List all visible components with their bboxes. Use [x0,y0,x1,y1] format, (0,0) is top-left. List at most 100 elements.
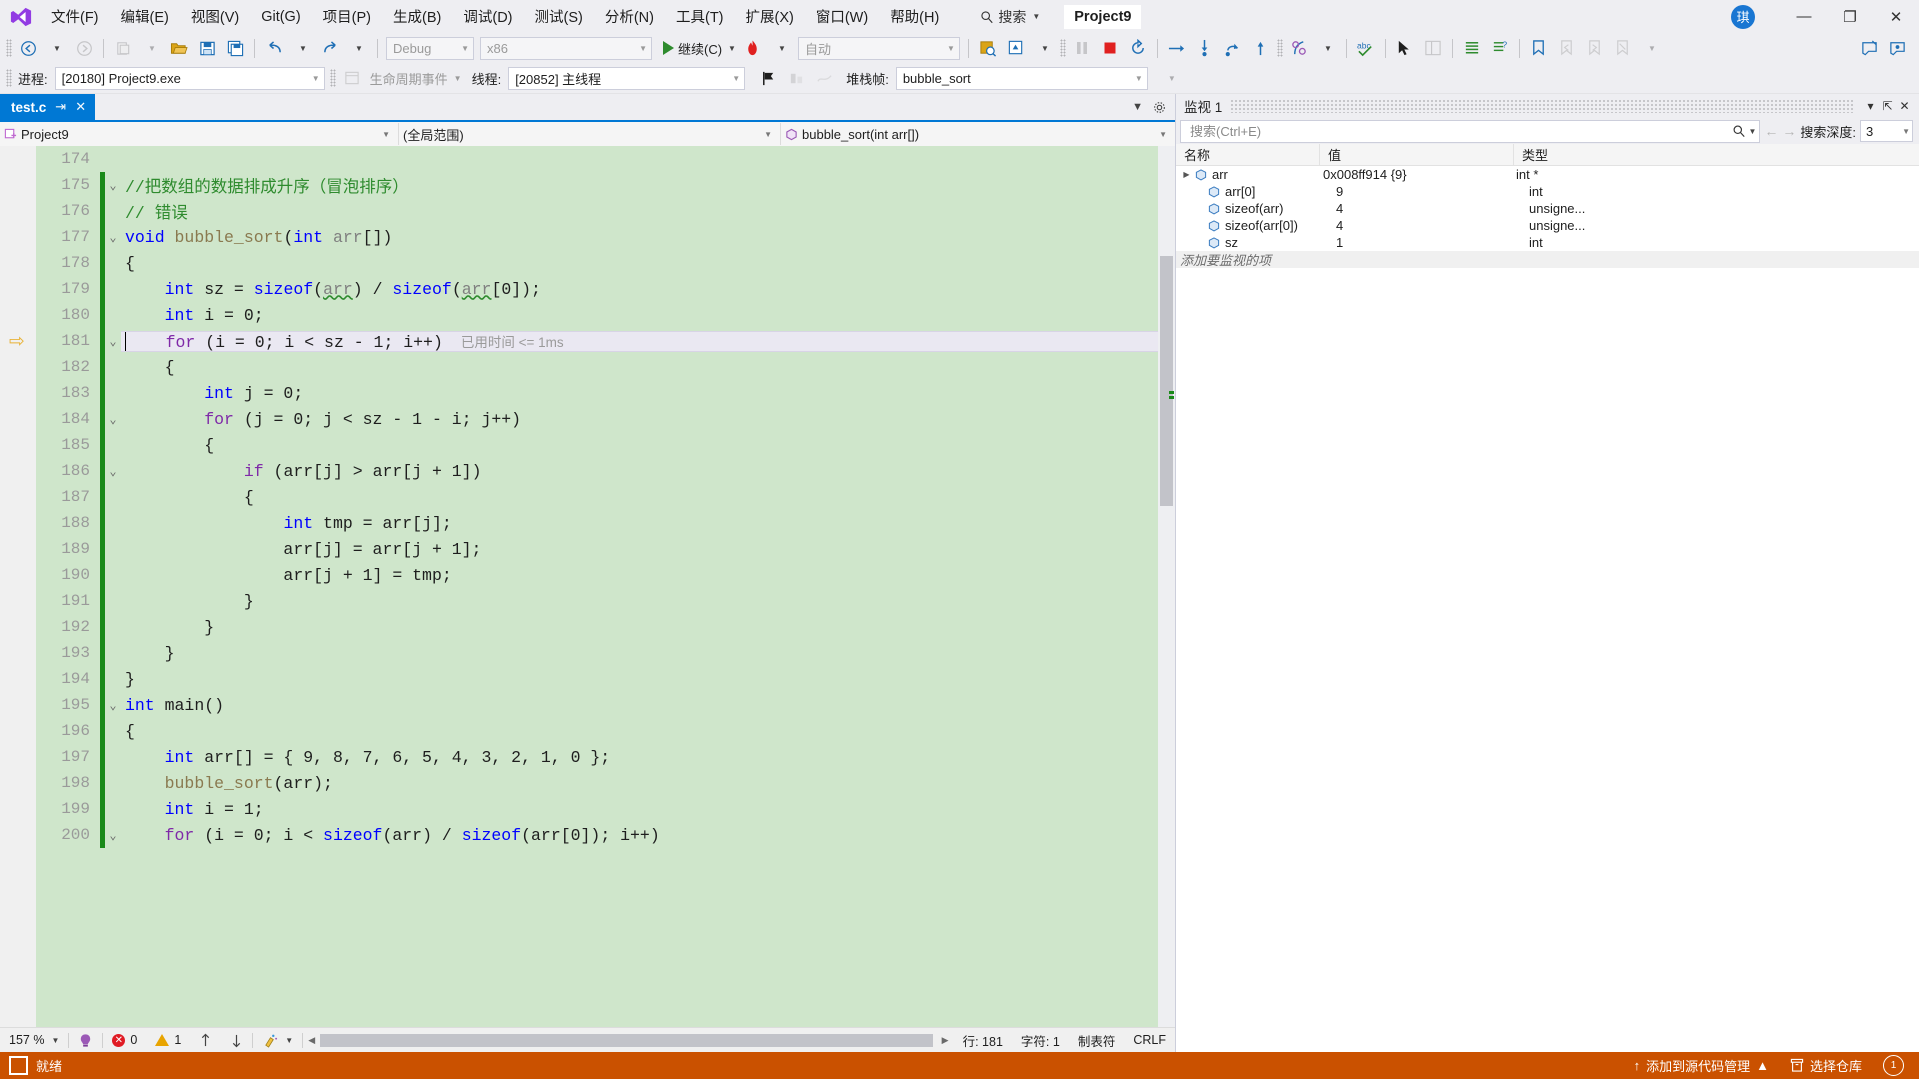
code-line[interactable]: 175 ⌄ //把数组的数据排成升序（冒泡排序） [36,172,1158,198]
next-issue-button[interactable] [221,1028,252,1052]
collapse-chevron-icon[interactable]: ⌄ [105,334,121,349]
select-element-button[interactable] [1391,36,1419,60]
watch-row-name-cell[interactable]: sizeof(arr[0]) [1176,217,1328,234]
code-line[interactable]: 179 int sz = sizeof(arr) / sizeof(arr[0]… [36,276,1158,302]
code-line[interactable]: 187 { [36,484,1158,510]
code-line[interactable]: 192 } [36,614,1158,640]
restore-button[interactable]: ❐ [1827,0,1873,33]
error-count[interactable]: ✕ 0 [103,1028,146,1052]
select-repository-button[interactable]: 选择仓库 [1783,1052,1869,1079]
redo-button[interactable] [316,36,344,60]
search-next-button[interactable]: → [1782,123,1796,139]
show-all-files-button[interactable] [1458,36,1486,60]
code-line-text[interactable]: { [121,358,1158,377]
code-line-text[interactable]: arr[j] = arr[j + 1]; [121,540,1158,559]
process-combo[interactable]: [20180] Project9.exe ▼ [54,66,325,90]
menu-file[interactable]: 文件(F) [40,2,110,31]
step-out-button[interactable] [1247,36,1275,60]
save-file-button[interactable] [193,36,221,60]
code-line[interactable]: 174 [36,146,1158,172]
lifecycle-events-button[interactable] [338,66,366,90]
code-line-text[interactable]: if (arr[j] > arr[j + 1]) [121,462,1158,481]
minimize-button[interactable]: — [1781,0,1827,33]
stop-debugging-button[interactable] [1096,36,1124,60]
code-line[interactable]: 197 int arr[] = { 9, 8, 7, 6, 5, 4, 3, 2… [36,744,1158,770]
hot-reload-dropdown[interactable]: ▼ [767,36,795,60]
menu-debug[interactable]: 调试(D) [452,2,523,31]
toolbar-grip[interactable] [6,39,12,57]
code-line[interactable]: 182 { [36,354,1158,380]
code-line-text[interactable]: int main() [121,696,1158,715]
auto-select-combo[interactable]: 自动 ▼ [797,36,960,60]
window-drag-handle[interactable] [1230,99,1854,113]
code-line-text[interactable]: int arr[] = { 9, 8, 7, 6, 5, 4, 3, 2, 1,… [121,748,1158,767]
toolbar-grip[interactable] [1059,39,1066,57]
menu-build[interactable]: 生成(B) [382,2,452,31]
menu-help[interactable]: 帮助(H) [879,2,950,31]
navbar-scope-combo[interactable]: (全局范围) ▼ [399,123,781,145]
watch-row[interactable]: sizeof(arr[0]) 4 unsigne... [1176,217,1919,234]
restart-dropdown[interactable]: ▼ [1030,36,1058,60]
collapse-chevron-icon[interactable]: ⌄ [105,828,121,843]
menu-project[interactable]: 项目(P) [312,2,382,31]
spellcheck-button[interactable]: abc [1352,36,1380,60]
pin-icon[interactable]: ⇥ [55,99,66,115]
watch-row[interactable]: sizeof(arr) 4 unsigne... [1176,200,1919,217]
code-line[interactable]: 178 { [36,250,1158,276]
warning-count[interactable]: 1 [146,1028,190,1052]
code-line[interactable]: 198 bubble_sort(arr); [36,770,1158,796]
notifications-button[interactable]: 1 [1876,1052,1911,1079]
code-line-text[interactable]: void bubble_sort(int arr[]) [121,228,1158,247]
watch-row-name-cell[interactable]: ▶ arr [1176,166,1315,183]
scroll-left-arrow-icon[interactable]: ◀ [303,1035,320,1046]
search-depth-combo[interactable]: 3 ▼ [1860,120,1913,142]
toolbar-grip[interactable] [329,69,336,87]
code-line-text[interactable]: { [121,436,1158,455]
clear-bookmarks-button[interactable] [1609,36,1637,60]
code-line[interactable]: 183 int j = 0; [36,380,1158,406]
watch-add-item-row[interactable]: 添加要监视的项 [1176,251,1919,268]
new-project-button[interactable] [109,36,137,60]
toolbar-grip[interactable] [6,69,12,87]
code-line-text[interactable]: bubble_sort(arr); [121,774,1158,793]
solution-platform-combo[interactable]: x86 ▼ [480,36,652,60]
tab-test-c[interactable]: test.c ⇥ ✕ [0,94,96,120]
menu-edit[interactable]: 编辑(E) [110,2,180,31]
collapse-chevron-icon[interactable]: ⌄ [105,698,121,713]
pin-icon[interactable]: ⇱ [1879,96,1896,116]
show-next-statement-button[interactable] [1163,36,1191,60]
close-button[interactable]: ✕ [1873,0,1919,33]
column-header-value[interactable]: 值 [1320,144,1514,165]
search-input[interactable] [1188,122,1733,140]
code-line-text[interactable]: int i = 1; [121,800,1158,819]
scrollbar-thumb[interactable] [1160,256,1173,506]
code-line-text[interactable]: } [121,618,1158,637]
previous-bookmark-button[interactable] [1553,36,1581,60]
toggle-bookmark-button[interactable] [1525,36,1553,60]
menu-window[interactable]: 窗口(W) [805,2,879,31]
watch-row-name-cell[interactable]: sizeof(arr) [1176,200,1328,217]
scroll-right-arrow-icon[interactable]: ▶ [937,1035,954,1046]
code-line[interactable]: 191 } [36,588,1158,614]
code-line[interactable]: 185 { [36,432,1158,458]
expand-chevron-icon[interactable]: ▶ [1180,170,1193,179]
solution-configuration-combo[interactable]: Debug ▼ [386,36,474,60]
code-editor[interactable]: ⇨ 174 175 ⌄//把数组的数据排成升序（冒泡排序） 176// 错误 177 ⌄ v… [0,146,1175,1027]
code-line-text[interactable]: for (i = 0; i < sz - 1; i++) 已用时间 <= 1ms [121,330,1158,352]
open-file-button[interactable] [165,36,193,60]
watch-variable-value[interactable]: 9 [1328,183,1521,200]
restart-button[interactable] [1124,36,1152,60]
code-line[interactable]: 193 } [36,640,1158,666]
undo-dropdown[interactable]: ▼ [288,36,316,60]
hot-reload-button[interactable] [739,36,767,60]
code-line[interactable]: 186 ⌄ if (arr[j] > arr[j + 1]) [36,458,1158,484]
code-line[interactable]: 188 int tmp = arr[j]; [36,510,1158,536]
navigate-forward-button[interactable] [70,36,98,60]
code-line-text[interactable]: { [121,254,1158,273]
window-menu-button[interactable]: ▾ [1862,96,1879,116]
close-icon[interactable]: ✕ [1896,96,1913,116]
code-line[interactable]: 177 ⌄ void bubble_sort(int arr[]) [36,224,1158,250]
menu-git[interactable]: Git(G) [250,5,311,29]
thread-marker-button[interactable] [810,66,838,90]
code-line[interactable]: 195 ⌄ int main() [36,692,1158,718]
